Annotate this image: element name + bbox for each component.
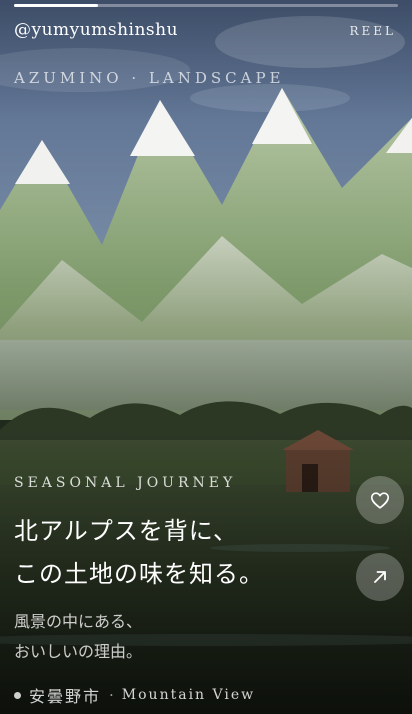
account-handle[interactable]: @yumyumshinshu	[14, 20, 178, 40]
location-footer: 安曇野市 · Mountain View	[14, 683, 255, 707]
headline-line-2: この土地の味を知る。	[14, 560, 264, 588]
scene-location-label: AZUMINO · LANDSCAPE	[14, 69, 285, 87]
subtext-line-2: おいしいの理由。	[14, 642, 143, 661]
caption-eyebrow: SEASONAL JOURNEY	[14, 475, 237, 491]
caption-subtext: 風景の中にある、 おいしいの理由。	[14, 607, 142, 667]
share-button[interactable]	[356, 553, 404, 601]
location-city: 安曇野市	[29, 687, 102, 706]
like-button[interactable]	[356, 476, 404, 524]
location-separator: ·	[109, 686, 114, 704]
location-dot-icon	[14, 691, 21, 699]
story-progress-fill	[14, 4, 99, 7]
subtext-line-1: 風景の中にある、	[14, 612, 143, 631]
location-place: Mountain View	[121, 687, 256, 703]
headline-line-1: 北アルプスを背に、	[14, 517, 239, 545]
media-type-label: REEL	[349, 24, 396, 38]
story-progress-bar	[14, 4, 398, 7]
heart-icon	[370, 492, 390, 509]
caption-headline: 北アルプスを背に、 この土地の味を知る。	[14, 510, 264, 596]
reel-card[interactable]: @yumyumshinshu REEL AZUMINO · LANDSCAPE …	[0, 0, 412, 714]
arrow-up-right-icon	[374, 571, 386, 583]
